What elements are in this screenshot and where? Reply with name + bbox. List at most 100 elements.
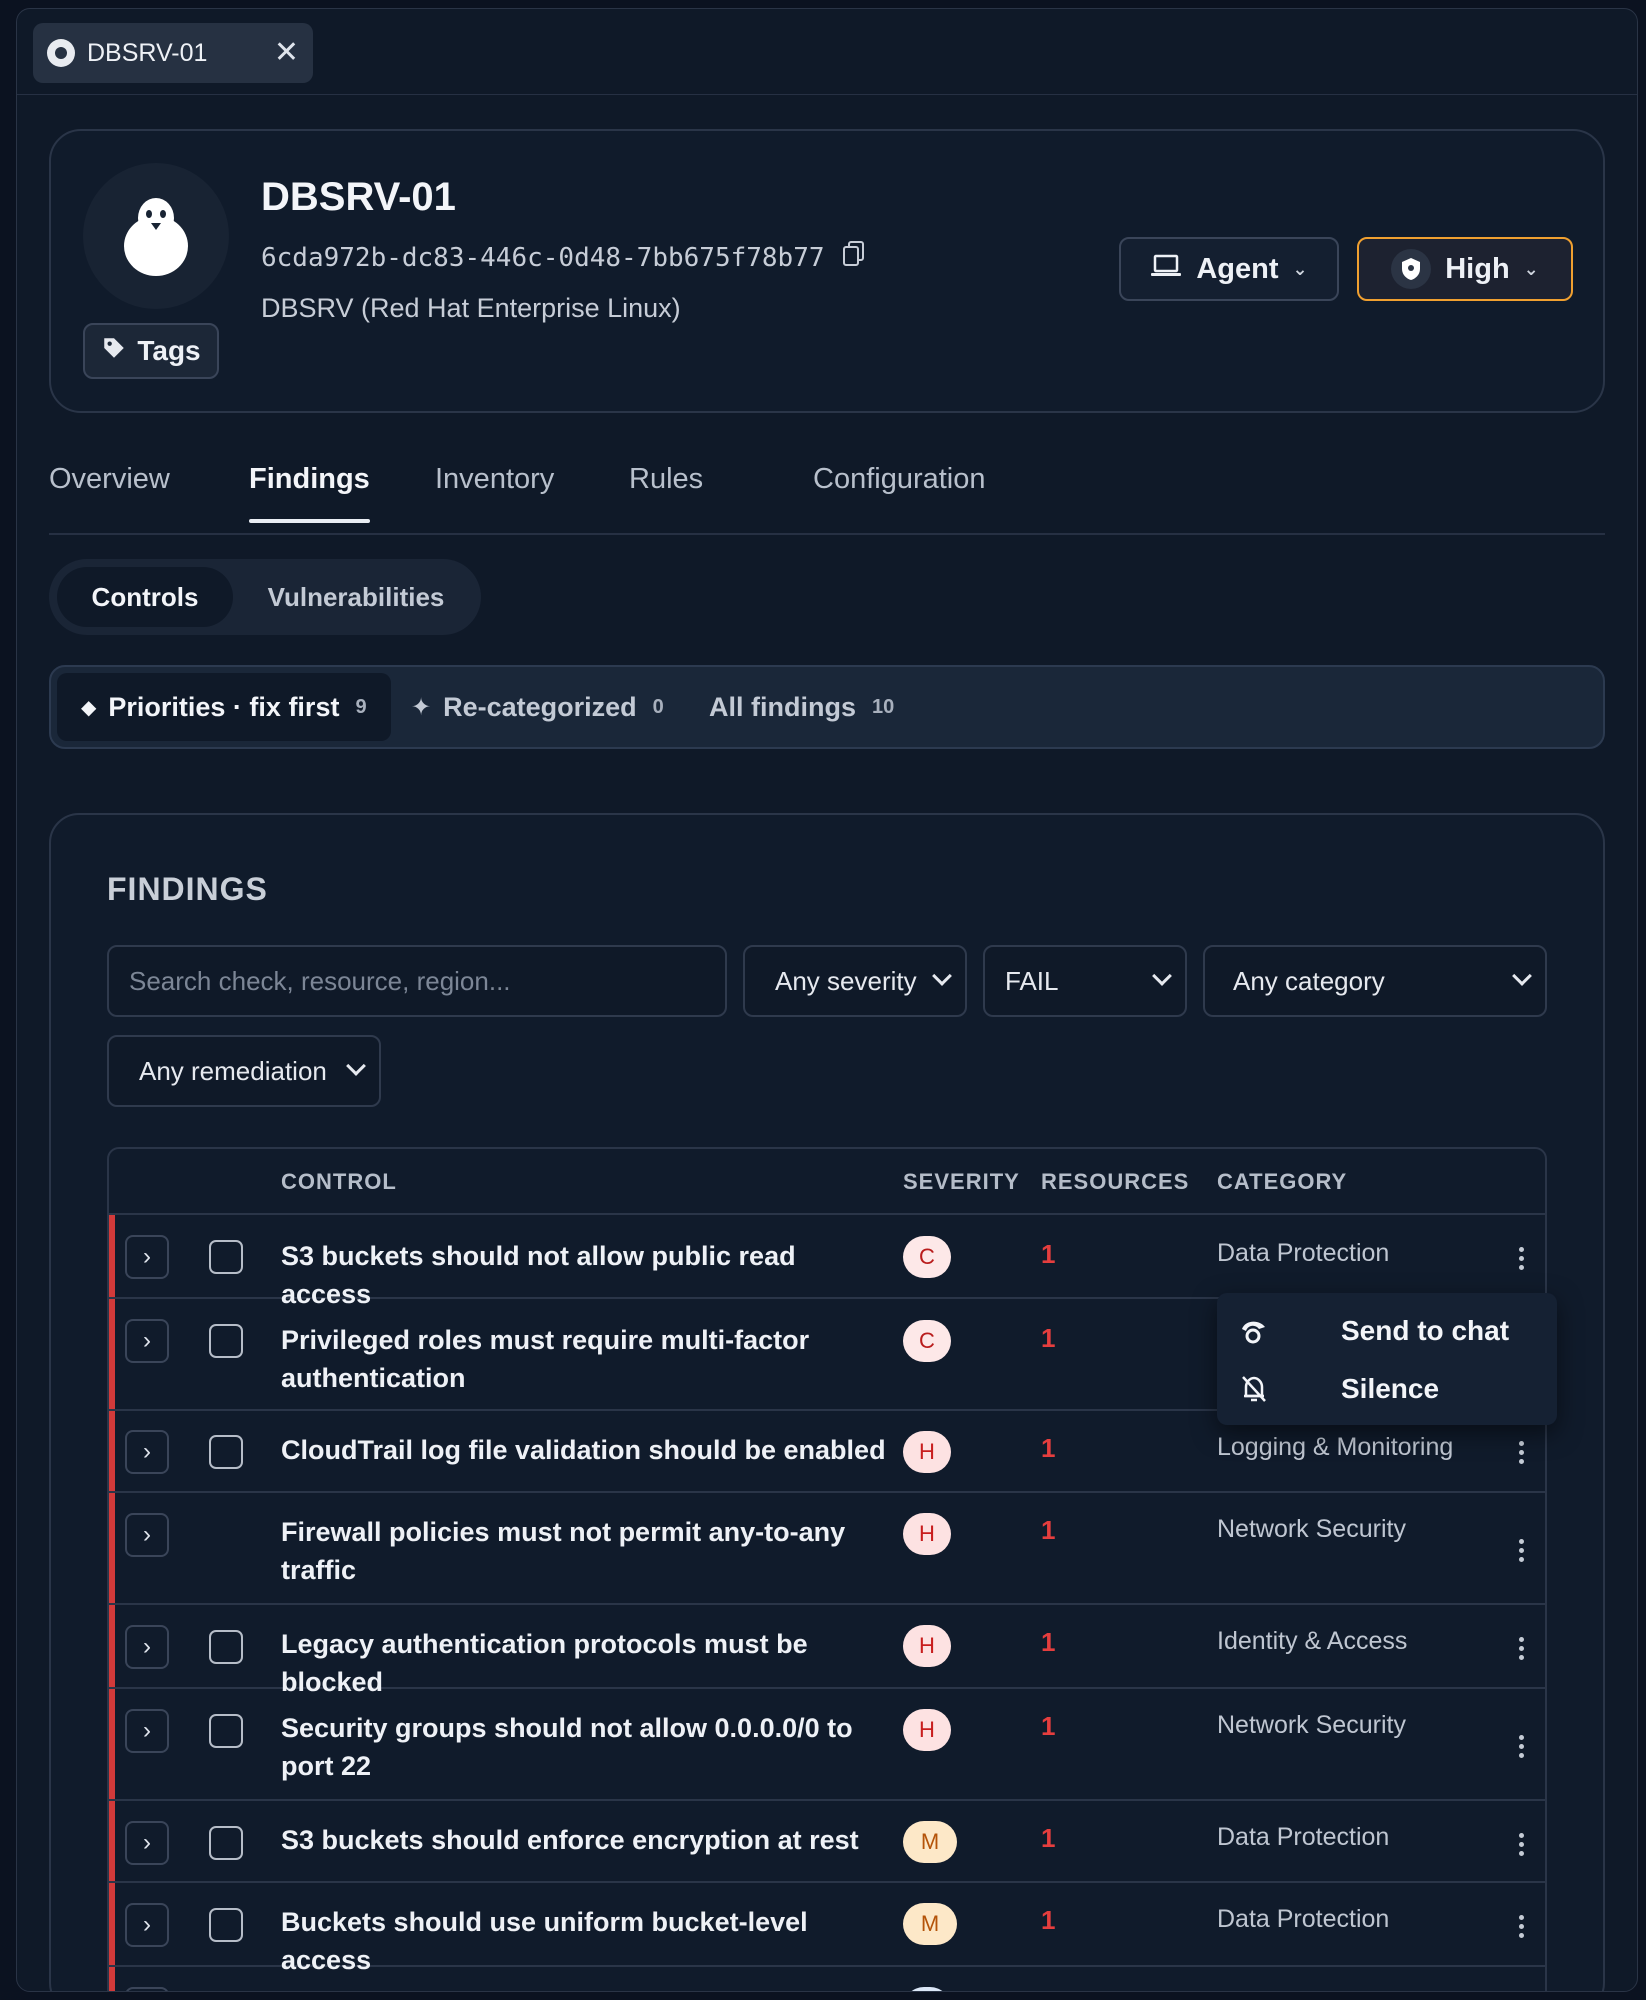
chevron-right-icon[interactable]: › (125, 1903, 169, 1947)
status-select[interactable]: FAIL (983, 945, 1187, 1017)
row-category: Identity & Access (1217, 1627, 1408, 1655)
sparkle-icon: ✦ (411, 693, 432, 721)
chevron-right-icon[interactable]: › (125, 1709, 169, 1753)
severity-badge: C (903, 1320, 951, 1362)
table-row[interactable]: › S3 buckets should not allow public rea… (109, 1215, 1545, 1309)
menu-silence-label: Silence (1341, 1373, 1440, 1404)
chevron-right-icon[interactable]: › (125, 1513, 169, 1557)
menu-send-to-chat-label: Send to chat (1341, 1315, 1510, 1346)
row-checkbox[interactable] (209, 1908, 243, 1942)
chevron-down-icon (1512, 966, 1532, 986)
col-resources[interactable]: RESOURCES (1041, 1169, 1189, 1195)
tab-rules[interactable]: Rules (629, 463, 703, 496)
row-resources[interactable]: 1 (1041, 1239, 1055, 1270)
priority-filter-bar: ◆ Priorities · fix first 9 ✦ Re-categori… (49, 665, 1605, 749)
row-control: CloudTrail log file validation should be… (281, 1435, 886, 1465)
severity-badge: M (903, 1903, 957, 1945)
col-control[interactable]: CONTROL (281, 1169, 397, 1195)
diamond-icon: ◆ (81, 696, 97, 719)
host-id-value: 6cda972b-dc83-446c-0d48-7bb675f78b77 (261, 242, 825, 273)
filter-priorities[interactable]: ◆ Priorities · fix first 9 (57, 673, 391, 741)
table-row[interactable]: › S3 buckets should enforce encryption a… (109, 1801, 1545, 1883)
more-vertical-icon[interactable] (1513, 1441, 1529, 1464)
more-vertical-icon[interactable] (1513, 1833, 1529, 1856)
table-row[interactable]: › Firewall policies must not permit any-… (109, 1493, 1545, 1605)
row-category: Network Security (1217, 1515, 1406, 1543)
chevron-right-icon[interactable]: › (125, 1235, 169, 1279)
row-resources[interactable]: 1 (1041, 1627, 1055, 1658)
menu-silence[interactable]: Silence (1217, 1361, 1557, 1417)
search-input[interactable]: Search check, resource, region... (107, 945, 727, 1017)
more-vertical-icon[interactable] (1513, 1735, 1529, 1758)
more-vertical-icon[interactable] (1513, 1539, 1529, 1562)
row-checkbox[interactable] (209, 1240, 243, 1274)
chevron-right-icon[interactable]: › (125, 1319, 169, 1363)
filter-all-findings[interactable]: All findings 10 (685, 673, 918, 741)
row-resources[interactable]: 1 (1041, 1433, 1055, 1464)
more-vertical-icon[interactable] (1513, 1637, 1529, 1660)
table-row[interactable]: › Buckets should use uniform bucket-leve… (109, 1883, 1545, 1975)
segment-vulnerabilities[interactable]: Vulnerabilities (243, 567, 469, 627)
row-resources[interactable]: 1 (1041, 1323, 1055, 1354)
chevron-right-icon[interactable]: › (125, 1625, 169, 1669)
search-placeholder: Search check, resource, region... (129, 965, 511, 996)
status-select-value: FAIL (1005, 965, 1059, 996)
row-resources[interactable]: 1 (1041, 1823, 1055, 1854)
filter-all-count: 10 (871, 695, 895, 718)
row-checkbox[interactable] (209, 1435, 243, 1469)
risk-level-dropdown[interactable]: High ⌄ (1357, 237, 1573, 301)
row-category: Data Protection (1217, 1823, 1390, 1851)
tab-findings[interactable]: Findings (249, 463, 370, 523)
severity-bar (109, 1215, 115, 1297)
filter-recategorized-label: Re-categorized (443, 691, 637, 722)
chevron-right-icon[interactable]: › (125, 1987, 169, 1991)
row-checkbox[interactable] (209, 1630, 243, 1664)
agent-dropdown[interactable]: Agent ⌄ (1119, 237, 1339, 301)
row-checkbox[interactable] (209, 1324, 243, 1358)
severity-bar (109, 1967, 115, 1991)
row-control: Firewall policies must not permit any-to… (281, 1517, 846, 1585)
chevron-right-icon[interactable]: › (125, 1821, 169, 1865)
chevron-right-icon[interactable]: › (125, 1430, 169, 1474)
row-resources[interactable]: 1 (1041, 1515, 1055, 1546)
segment-controls[interactable]: Controls (57, 567, 233, 627)
tab-inventory[interactable]: Inventory (435, 463, 554, 496)
tab-configuration[interactable]: Configuration (813, 463, 986, 496)
col-category[interactable]: CATEGORY (1217, 1169, 1347, 1195)
severity-bar (109, 1299, 115, 1409)
table-row[interactable]: › Legacy authentication protocols must b… (109, 1605, 1545, 1697)
row-control: S3 buckets should enforce encryption at … (281, 1825, 859, 1855)
table-row[interactable]: › (109, 1967, 1545, 1991)
severity-select[interactable]: Any severity (743, 945, 967, 1017)
category-select[interactable]: Any category (1203, 945, 1547, 1017)
bell-off-icon (1237, 1372, 1271, 1406)
more-vertical-icon[interactable] (1513, 1915, 1529, 1938)
row-resources[interactable]: 1 (1041, 1905, 1055, 1936)
risk-level-label: High (1445, 252, 1510, 285)
host-os: DBSRV (Red Hat Enterprise Linux) (261, 293, 681, 323)
tags-button[interactable]: Tags (83, 323, 219, 379)
copy-icon[interactable] (842, 241, 865, 274)
row-checkbox[interactable] (209, 1714, 243, 1748)
os-icon (47, 39, 75, 67)
severity-badge: C (903, 1236, 951, 1278)
more-vertical-icon[interactable] (1513, 1247, 1529, 1270)
table-row[interactable]: › Security groups should not allow 0.0.0… (109, 1689, 1545, 1801)
row-resources[interactable]: 1 (1041, 1711, 1055, 1742)
host-tab[interactable]: DBSRV-01 ✕ (33, 23, 313, 83)
row-category: Logging & Monitoring (1217, 1433, 1454, 1461)
remediation-select-value: Any remediation (139, 1055, 327, 1086)
row-control: Privileged roles must require multi-fact… (281, 1325, 810, 1393)
filter-priorities-count: 9 (355, 695, 367, 718)
close-icon[interactable]: ✕ (274, 38, 299, 68)
shield-icon (1391, 249, 1432, 289)
menu-send-to-chat[interactable]: Send to chat (1217, 1303, 1557, 1359)
chevron-down-icon (1152, 966, 1172, 986)
tab-overview[interactable]: Overview (49, 463, 170, 496)
filter-recategorized[interactable]: ✦ Re-categorized 0 (387, 673, 688, 741)
row-checkbox[interactable] (209, 1826, 243, 1860)
remediation-select[interactable]: Any remediation (107, 1035, 381, 1107)
row-context-menu: Send to chat Silence (1217, 1293, 1557, 1425)
chevron-down-icon (932, 966, 952, 986)
col-severity[interactable]: SEVERITY (903, 1169, 1020, 1195)
